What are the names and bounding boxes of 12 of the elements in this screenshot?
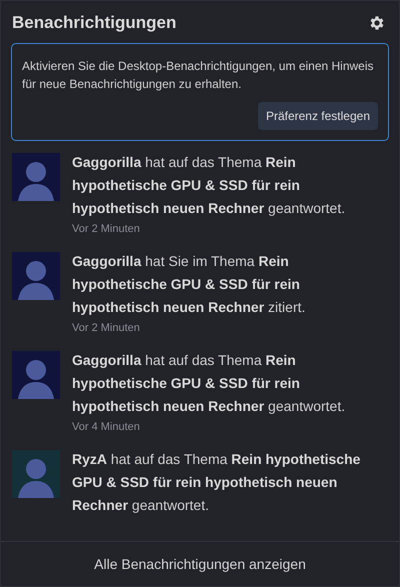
settings-icon[interactable] [368,14,386,32]
alert-message: Aktivieren Sie die Desktop-Benachrichtigungen, um einen Hinweis für neue Benachrichtigungen zu erhalten. [22,58,375,93]
notification-text[interactable]: Gaggorilla hat auf das Thema Rein hypothetische GPU & SSD für rein hypothetisch neuen Rechner geantwortet. [72,151,377,220]
show-all-link[interactable]: Alle Benachrichtigungen anzeigen [94,556,306,572]
panel-title: Benachrichtigungen [12,13,176,33]
notification-text[interactable]: Gaggorilla hat auf das Thema Rein hypothetische GPU & SSD für rein hypothetisch neuen Rechner geantwortet. [72,349,377,418]
notification-time: Vor 4 Minuten [72,421,141,433]
preference-button[interactable]: Präferenz festlegen [258,102,378,130]
notification-time: Vor 2 Minuten [72,322,141,334]
notification-text[interactable]: RyzA hat auf das Thema Rein hypothetische GPU & SSD für rein hypothetisch neuen Rechner geantwortet. [72,448,377,517]
notification-time: Vor 2 Minuten [72,223,141,235]
notification-text[interactable]: Gaggorilla hat Sie im Thema Rein hypothetische GPU & SSD für rein hypothetisch neuen Rechner zitiert. [72,250,377,319]
